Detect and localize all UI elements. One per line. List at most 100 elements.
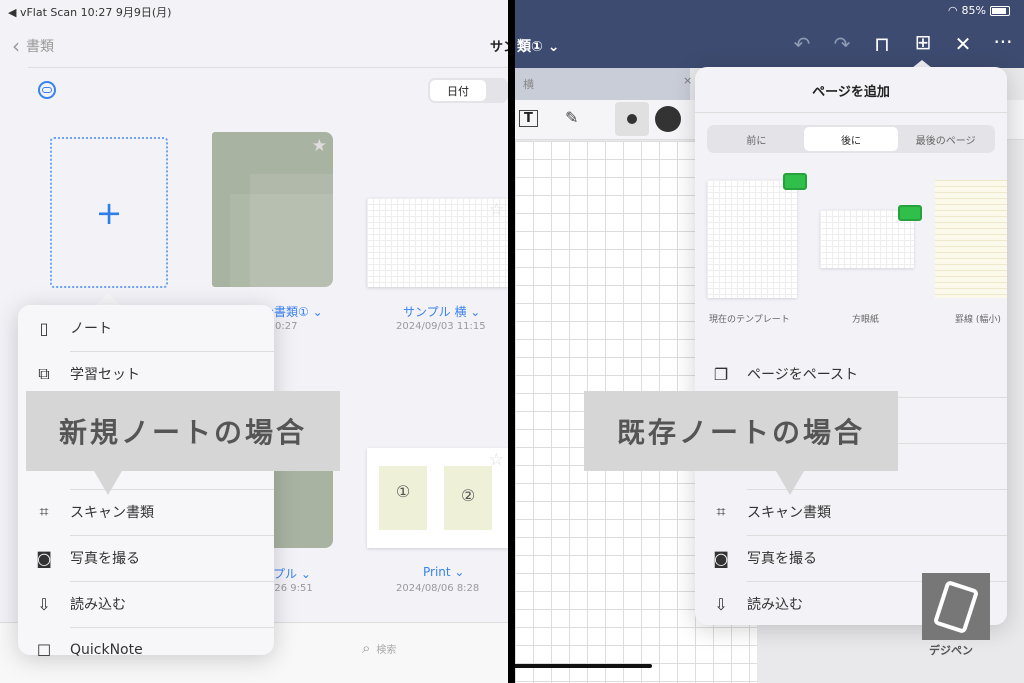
menu-item[interactable]: ⌗ スキャン書類 xyxy=(695,489,1007,535)
segment-last-page[interactable]: 最後のページ xyxy=(898,127,993,151)
quicknote-icon: ☐ xyxy=(36,640,52,660)
star-outline-icon[interactable]: ☆ xyxy=(489,200,504,220)
segment-before[interactable]: 前に xyxy=(709,127,804,151)
divider xyxy=(70,581,274,582)
menu-item[interactable]: ⌗ スキャン書類 xyxy=(18,489,274,535)
menu-item-label: QuickNote xyxy=(70,642,143,658)
divider xyxy=(70,627,274,628)
insert-position-segmented: 前に 後に 最後のページ xyxy=(707,125,995,153)
right-screenshot-existing-note: ◠ 85% 類① ⌄ ↶ ↷ ⊓ ⊞ ✕ ··· 横 × T ✎ ページを追加 前… xyxy=(515,0,1024,683)
sort-segmented: 日付 xyxy=(428,78,508,103)
select-icon[interactable] xyxy=(38,81,56,99)
page-title: サンプル書類① xyxy=(490,40,508,55)
menu-item[interactable]: ▯ ノート xyxy=(18,305,274,351)
stack-icon: ⧉ xyxy=(38,364,50,383)
search-tab[interactable]: ⌕ 検索 xyxy=(362,639,396,657)
scan-icon: ⌗ xyxy=(716,502,726,521)
chevron-left-icon: ‹ xyxy=(12,34,20,58)
template-label: 罫線 (幅小) xyxy=(955,315,1001,325)
status-bar: ◀ vFlat Scan 10:27 9月9日(月) xyxy=(8,6,172,19)
import-icon: ⇩ xyxy=(37,594,51,614)
document-thumbnail[interactable]: ① ② ☆ xyxy=(367,448,508,548)
plus-icon: + xyxy=(95,193,123,232)
pen-size-large[interactable] xyxy=(655,106,681,132)
pen-size-small[interactable] xyxy=(615,102,649,136)
more-icon[interactable]: ··· xyxy=(988,30,1018,54)
new-document-button[interactable]: + xyxy=(50,137,168,288)
menu-item-label: ノート xyxy=(70,321,112,337)
menu-item-label: ページをペースト xyxy=(747,367,859,383)
document-name[interactable]: プル ⌄ xyxy=(273,565,311,582)
back-label: 書類 xyxy=(26,39,54,55)
camera-icon: ◙ xyxy=(36,548,52,568)
caption-new-note: 新規ノートの場合 xyxy=(26,391,340,471)
document-date: 0:27 xyxy=(275,321,298,332)
caption-existing-note: 既存ノートの場合 xyxy=(584,391,898,471)
document-date: /26 9:51 xyxy=(271,583,313,594)
document-name[interactable]: Print ⌄ xyxy=(423,565,464,579)
paste-page-icon: ❐ xyxy=(713,364,729,384)
back-button[interactable]: ‹ 書類 xyxy=(12,34,54,58)
search-icon: ⌕ xyxy=(362,639,371,657)
popup-title: ページを追加 xyxy=(812,85,890,100)
document-name[interactable]: サンプル 横 ⌄ xyxy=(403,303,480,320)
redo-icon[interactable]: ↷ xyxy=(827,32,857,56)
divider xyxy=(70,535,274,536)
home-indicator xyxy=(515,664,652,668)
tab-document[interactable]: 横 xyxy=(515,68,690,100)
digipen-logo xyxy=(922,573,990,640)
notebook-icon: ▯ xyxy=(39,318,49,338)
menu-item[interactable]: ⇩ 読み込む xyxy=(18,581,274,627)
camera-icon: ◙ xyxy=(713,548,729,568)
segment-after[interactable]: 後に xyxy=(803,127,899,151)
menu-item-label: 写真を撮る xyxy=(70,551,140,567)
template-label: 方眼紙 xyxy=(852,315,880,325)
menu-item[interactable]: ☐ QuickNote xyxy=(18,627,274,673)
menu-item-label: スキャン書類 xyxy=(747,505,831,521)
caption-pointer xyxy=(776,471,804,495)
caption-pointer xyxy=(94,471,122,495)
keyboard-badge-icon xyxy=(783,173,807,190)
battery-level: 85% xyxy=(961,4,986,17)
add-page-icon[interactable]: ⊞ xyxy=(908,30,938,54)
template-current[interactable] xyxy=(707,180,797,298)
close-icon[interactable]: ✕ xyxy=(948,32,978,56)
top-bar: ◠ 85% 類① ⌄ ↶ ↷ ⊓ ⊞ ✕ ··· xyxy=(515,0,1024,68)
sort-date-button[interactable]: 日付 xyxy=(430,80,486,101)
divider xyxy=(28,67,508,68)
tablet-pen-icon xyxy=(932,579,980,634)
close-tab-icon[interactable]: × xyxy=(683,74,692,87)
document-date: 2024/08/06 8:28 xyxy=(396,583,480,594)
menu-item[interactable]: ◙ 写真を撮る xyxy=(18,535,274,581)
document-date: 2024/09/03 11:15 xyxy=(396,321,486,332)
left-screenshot-new-note: ◀ vFlat Scan 10:27 9月9日(月) ‹ 書類 サンプル書類① … xyxy=(0,0,508,683)
star-icon[interactable]: ★ xyxy=(312,136,327,156)
new-document-menu: ▯ノート⧉学習セット▭▭⌗スキャン書類◙写真を撮る⇩読み込む☐QuickNote xyxy=(18,305,274,660)
template-label: 現在のテンプレート xyxy=(709,315,790,325)
document-thumbnail[interactable]: ★ xyxy=(212,132,333,287)
star-outline-icon[interactable]: ☆ xyxy=(489,450,504,470)
menu-item-label: 学習セット xyxy=(70,367,140,383)
menu-arrow xyxy=(96,293,120,305)
menu-item-label: 読み込む xyxy=(747,597,803,613)
bookmark-icon[interactable]: ⊓ xyxy=(867,32,897,56)
document-thumbnail[interactable]: ☆ xyxy=(367,198,508,287)
keyboard-badge-icon xyxy=(898,205,922,221)
menu-item-label: スキャン書類 xyxy=(70,505,154,521)
logo-text: デジペン xyxy=(929,644,973,657)
battery-icon xyxy=(990,5,1010,16)
divider xyxy=(70,351,274,352)
scan-icon: ⌗ xyxy=(39,502,49,521)
wifi-icon: ◠ xyxy=(947,4,958,17)
document-title[interactable]: 類① ⌄ xyxy=(517,36,559,56)
laser-pointer-icon[interactable]: ✎ xyxy=(565,108,578,127)
add-page-popup: ページを追加 前に 後に 最後のページ 現在のテンプレート 方眼紙 罫線 (幅小… xyxy=(695,67,1007,625)
undo-icon[interactable]: ↶ xyxy=(787,32,817,56)
menu-item-label: 写真を撮る xyxy=(747,551,817,567)
menu-item-label: 読み込む xyxy=(70,597,126,613)
template-ruled-narrow[interactable] xyxy=(935,180,1007,298)
text-tool-icon[interactable]: T xyxy=(519,110,538,127)
import-icon: ⇩ xyxy=(714,594,728,614)
status-bar: ◠ 85% xyxy=(948,4,1010,17)
divider xyxy=(747,535,1007,536)
